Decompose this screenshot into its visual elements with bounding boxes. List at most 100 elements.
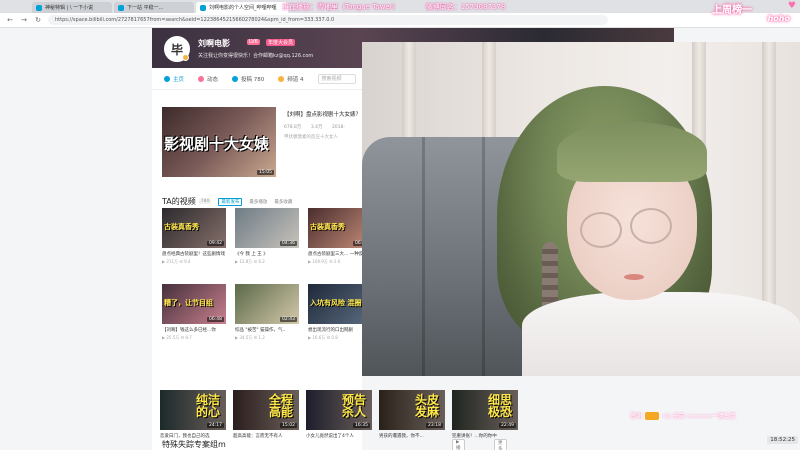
gift-icon — [645, 411, 660, 420]
dynamic-icon — [198, 75, 205, 82]
user-sign: 关注我让你变得很快乐！合作邮箱kz@qq.126.com — [198, 53, 314, 59]
stream-overlay-info: 正在播放：雪地里（Tongue Tower） 微博同名：1579087378 — [282, 2, 529, 12]
thumb-caption: 影视剧十大女婊 — [164, 135, 270, 153]
sort-most-fav[interactable]: 最多收藏 — [274, 199, 292, 205]
thumb-caption: 全程高能 — [268, 393, 293, 419]
special-video-card[interactable]: 全程高能 15:02 超高高能：言而无不有人 — [233, 390, 299, 439]
chair-seam — [482, 137, 485, 376]
video-card[interactable]: 糟了，让节目组 06:48 【刘啊】钱这么多已经...你 ▶ 25.5万 ☰ 8.7 — [162, 284, 226, 341]
home-icon — [164, 75, 170, 82]
video-duration: 22:49 — [499, 423, 516, 428]
user-name: 刘啊电影 — [198, 39, 230, 48]
tab-label: 下一站 平稳一... — [127, 5, 164, 11]
video-thumb[interactable]: 头皮发麻 23:18 — [379, 390, 445, 430]
browser-tab[interactable]: 下一站 平稳一... — [114, 2, 194, 13]
site-icon — [118, 4, 124, 11]
view-count: 678.8万 — [284, 125, 302, 130]
vip-badge: 年度大会员 — [266, 39, 296, 46]
streamer-shirt — [522, 292, 800, 376]
heart-icon: ♥ — [787, 1, 796, 11]
browser-tab-active[interactable]: 刘啊电影的个人空间_哔哩哔哩 — [196, 2, 288, 13]
thumb-caption: 纯洁的心 — [195, 393, 220, 419]
channel-icon — [278, 75, 285, 82]
video-count: 780 — [198, 199, 212, 204]
haha-text: hoho — [767, 14, 790, 23]
space-search-input[interactable]: 搜索视频 — [317, 73, 356, 84]
video-thumb[interactable]: 细思极恐 22:49 — [452, 390, 518, 430]
video-card[interactable]: 04:36 《今 我 上 王 》 ▶ 12.8万 ☰ 6.2 — [235, 208, 299, 265]
space-nav: 主页 动态 投稿 780 频道 4 搜索视频 — [152, 68, 362, 90]
thumb-caption: 古装真香秀 — [310, 223, 345, 231]
video-thumb[interactable]: 全程高能 15:02 — [233, 390, 299, 430]
video-duration: 23:18 — [426, 423, 443, 428]
video-duration: 24:17 — [207, 423, 224, 428]
video-meta: ▶ 34.5万 ☰ 1.2 — [235, 335, 265, 340]
video-title[interactable]: 恋爱白门，我也自己的选 — [160, 433, 226, 439]
video-title[interactable]: 【刘啊】钱这么多已经...你 — [162, 327, 226, 333]
tab-dynamic[interactable]: 动态 — [198, 75, 218, 83]
gift-text: ×1 来自 ∞∞∞∞∞一键三连 — [662, 413, 736, 420]
video-duration: 02:43 — [280, 317, 297, 322]
thumb-caption: 细思极恐 — [487, 393, 512, 419]
tab-home[interactable]: 主页 — [164, 75, 184, 83]
now-playing-text: 正在播放：雪地里（Tongue Tower） — [282, 3, 400, 11]
video-title[interactable]: 小女儿竟然说出了4个人 — [306, 433, 372, 439]
featured-video-thumb[interactable]: 影视剧十大女婊 15:05 — [162, 107, 276, 177]
site-icon — [36, 4, 42, 11]
sort-newest[interactable]: 最新发布 — [218, 197, 243, 206]
video-duration: 16:35 — [353, 423, 370, 428]
clock-time: 18:52:25 — [767, 436, 798, 444]
forward-arrow-icon[interactable]: → — [20, 16, 28, 24]
gift-prefix: 感谢 — [630, 413, 643, 420]
browser-tab[interactable]: 神秘特辑 | \ 一下小说 — [32, 2, 112, 13]
streamer-mouth — [624, 274, 644, 280]
video-card[interactable]: 古装真香秀 09:42 盘点经典古装剧里！这些剧情戏 ▶ 211万 ☰ 9.4 — [162, 208, 226, 265]
video-duration: 09:42 — [207, 241, 224, 246]
tab-label: 主页 — [173, 76, 185, 83]
video-duration: 06:48 — [207, 317, 224, 322]
special-video-card[interactable]: 细思极恐 22:49 犯重讲张！...你的你中 — [452, 390, 518, 439]
video-title[interactable]: 综品 "被苦" 猫操作，气.. — [235, 327, 299, 333]
videos-section-header: TA的视频 780 最新发布 最多播放 最多收藏 — [162, 196, 292, 207]
thumb-caption: 预告杀人 — [341, 393, 366, 419]
video-thumb[interactable]: 古装真香秀 09:42 — [162, 208, 226, 248]
special-video-card[interactable]: 头皮发麻 23:18 男孩的遭遇我，你不... — [379, 390, 445, 439]
featured-video-desc: 甲状腺激素的反应十大女人 — [284, 135, 338, 140]
tab-label: 投稿 780 — [241, 76, 265, 83]
video-meta: ▶ 211万 ☰ 9.4 — [162, 259, 191, 264]
video-title[interactable]: 犯重讲张！...你的你中 — [452, 433, 518, 439]
featured-video-title[interactable]: 【刘啊】盘点影视剧十大女婊？ — [284, 110, 361, 118]
tab-label: 刘啊电影的个人空间_哔哩哔哩 — [209, 5, 277, 11]
glasses-left — [580, 212, 622, 248]
special-video-card[interactable]: 预告杀人 16:35 小女儿竟然说出了4个人 — [306, 390, 372, 439]
sort-most-played[interactable]: 最多播放 — [249, 199, 267, 205]
video-thumb[interactable]: 04:36 — [235, 208, 299, 248]
video-title[interactable]: 盘点经典古装剧里！这些剧情戏 — [162, 251, 226, 257]
avatar-char: 毕 — [170, 42, 183, 57]
special-video-card[interactable]: 纯洁的心 24:17 恋爱白门，我也自己的选 — [160, 390, 226, 439]
video-thumb[interactable]: 02:43 — [235, 284, 299, 324]
video-title[interactable]: 超高高能：言而无不有人 — [233, 433, 299, 439]
url-field[interactable]: https://space.bilibili.com/2727817657fro… — [48, 15, 608, 25]
video-thumb[interactable]: 纯洁的心 24:17 — [160, 390, 226, 430]
video-title[interactable]: 男孩的遭遇我，你不... — [379, 433, 445, 439]
video-card[interactable]: 02:43 综品 "被苦" 猫操作，气.. ▶ 34.5万 ☰ 1.2 — [235, 284, 299, 341]
video-title[interactable]: 《今 我 上 王 》 — [235, 251, 299, 257]
tab-label: 神秘特辑 | \ 一下小说 — [45, 5, 94, 11]
chair-seam — [422, 137, 425, 376]
glasses-right — [630, 208, 672, 244]
more-button[interactable]: 更多 — [494, 439, 507, 450]
section-title: TA的视频 — [162, 197, 196, 206]
verified-badge-icon — [182, 54, 189, 61]
level-badge: LV6 — [247, 39, 260, 45]
video-thumb[interactable]: 糟了，让节目组 06:48 — [162, 284, 226, 324]
avatar[interactable]: 毕 — [164, 36, 190, 62]
video-thumb[interactable]: 预告杀人 16:35 — [306, 390, 372, 430]
tab-uploads[interactable]: 投稿 780 — [232, 75, 264, 83]
play-all-button[interactable]: ▶ 播放全部 — [452, 439, 465, 450]
reload-icon[interactable]: ↻ — [34, 16, 42, 24]
tab-channel[interactable]: 频道 4 — [278, 75, 304, 83]
back-arrow-icon[interactable]: ← — [6, 16, 14, 24]
video-duration: 15:05 — [257, 170, 274, 175]
video-duration: 04:36 — [280, 241, 297, 246]
